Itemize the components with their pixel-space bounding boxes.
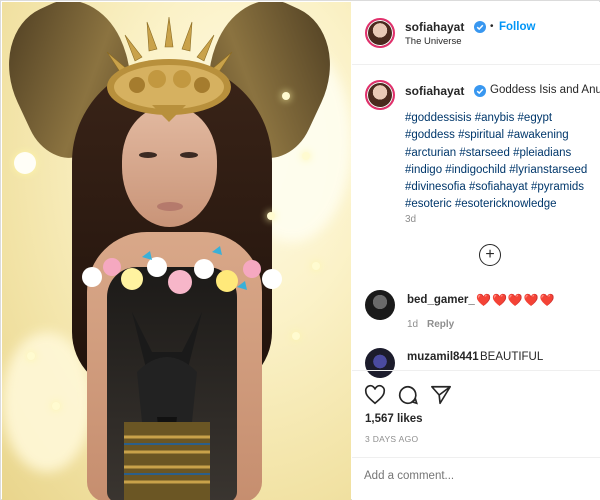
follow-button[interactable]: Follow xyxy=(499,21,535,33)
hashtag-link[interactable]: #starseed xyxy=(459,147,510,159)
hashtag-link[interactable]: #goddessisis xyxy=(405,112,471,124)
hashtag-link[interactable]: #lyrianstarseed xyxy=(509,164,587,176)
hashtag-link[interactable]: #arcturian xyxy=(405,147,456,159)
comment-username[interactable]: muzamil8441 xyxy=(407,351,479,363)
hashtag-link[interactable]: #indigochild xyxy=(445,164,506,176)
comment-hearts: ❤️❤️❤️❤️❤️ xyxy=(476,293,556,307)
likes-count[interactable]: 1,567 likes xyxy=(365,413,423,425)
crown-headdress xyxy=(106,17,233,122)
flower-garland xyxy=(82,246,282,294)
caption-age: 3d xyxy=(405,214,417,225)
hashtag-link[interactable]: #divinesofia xyxy=(405,181,466,193)
plus-circle-icon: + xyxy=(485,246,495,263)
post-side-panel: sofiahayat • Follow The Universe sofiaha… xyxy=(352,2,600,500)
send-icon[interactable] xyxy=(430,384,452,406)
comment-text: BEAUTIFUL xyxy=(480,351,544,363)
verified-badge-icon xyxy=(474,85,486,97)
hashtag-link[interactable]: #awakening xyxy=(507,129,568,141)
hashtag-link[interactable]: #egypt xyxy=(518,112,553,124)
hashtag-link[interactable]: #sofiahayat xyxy=(469,181,528,193)
post-header: sofiahayat • Follow The Universe xyxy=(352,2,600,65)
post-location[interactable]: The Universe xyxy=(405,36,462,47)
add-comment-bar xyxy=(352,457,600,500)
add-comment-input[interactable] xyxy=(364,470,564,482)
reply-button[interactable]: Reply xyxy=(427,319,454,330)
caption-avatar[interactable] xyxy=(365,80,395,110)
comment-icon[interactable] xyxy=(397,384,419,406)
separator-dot: • xyxy=(490,21,494,32)
hashtag-link[interactable]: #spiritual xyxy=(458,129,504,141)
hashtag-link[interactable]: #pleiadians xyxy=(513,147,571,159)
author-username[interactable]: sofiahayat xyxy=(405,20,464,34)
verified-badge-icon xyxy=(474,21,486,33)
hashtag-link[interactable]: #goddess xyxy=(405,129,455,141)
hashtag-link[interactable]: #anybis xyxy=(475,112,515,124)
post-container: sofiahayat • Follow The Universe sofiaha… xyxy=(0,0,600,500)
hashtag-list: #goddessisis #anybis #egypt #goddess #sp… xyxy=(405,110,599,214)
author-avatar[interactable] xyxy=(365,18,395,48)
load-more-comments-button[interactable]: + xyxy=(479,244,501,266)
caption-text: Goddess Isis and Anubis xyxy=(490,84,600,96)
heart-icon[interactable] xyxy=(364,384,386,406)
post-date: 3 DAYS AGO xyxy=(365,434,419,444)
anubis-head xyxy=(124,312,210,500)
hashtag-link[interactable]: #esoteric xyxy=(405,198,452,210)
comment-age: 1d xyxy=(407,319,419,330)
hashtag-link[interactable]: #esotericknowledge xyxy=(455,198,557,210)
comment-username[interactable]: bed_gamer_ xyxy=(407,294,475,306)
caption-username[interactable]: sofiahayat xyxy=(405,84,464,98)
hashtag-link[interactable]: #pyramids xyxy=(531,181,584,193)
hashtag-link[interactable]: #indigo xyxy=(405,164,442,176)
commenter-avatar[interactable] xyxy=(365,290,395,320)
post-image[interactable] xyxy=(2,2,351,500)
